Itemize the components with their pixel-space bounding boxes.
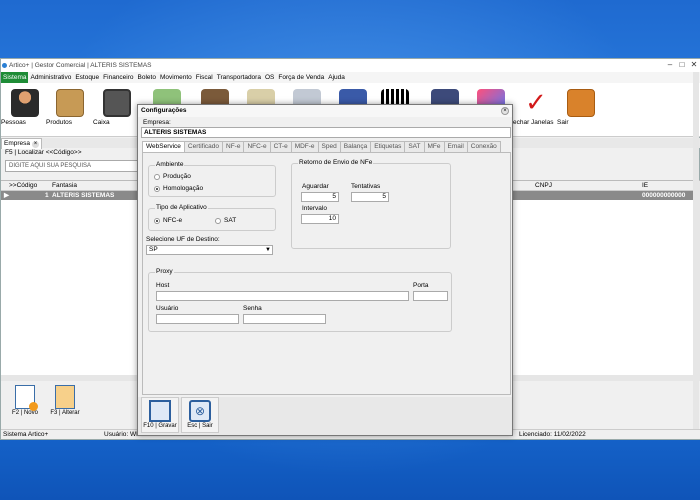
- empresa-label: Empresa:: [143, 119, 171, 126]
- tab-etiquetas[interactable]: Etiquetas: [370, 141, 406, 152]
- box-icon: [56, 89, 84, 117]
- toolbar-pessoas[interactable]: Pessoas: [1, 83, 49, 137]
- empresa-field[interactable]: ALTERIS SISTEMAS: [141, 127, 511, 138]
- exit-icon: ⊗: [189, 400, 211, 422]
- aguardar-field[interactable]: 5: [301, 192, 339, 202]
- proxy-group: Proxy Host Porta Usuário Senha: [148, 268, 452, 332]
- ambiente-group: Ambiente Produção Homologação: [148, 161, 276, 197]
- tab-empresa[interactable]: Empresa ×: [1, 138, 43, 149]
- new-button[interactable]: F2 | Novo: [5, 383, 45, 423]
- uf-label: Selecione UF de Destino:: [146, 236, 220, 243]
- tab-sped[interactable]: Sped: [317, 141, 341, 152]
- menu-estoque[interactable]: Estoque: [73, 72, 101, 83]
- chevron-down-icon: ▼: [265, 247, 271, 253]
- dialog-action-bar: F10 | Gravar ⊗ Esc | Sair: [138, 397, 512, 435]
- menu-ajuda[interactable]: Ajuda: [326, 72, 347, 83]
- edit-button[interactable]: F3 | Alterar: [45, 383, 85, 423]
- cell-ie: 000000000000: [642, 192, 686, 199]
- webservice-panel: Ambiente Produção Homologação Tipo de Ap…: [142, 152, 511, 395]
- cell-fantasia: ALTERIS SISTEMAS: [52, 192, 115, 199]
- tab-balanca[interactable]: Balança: [339, 141, 372, 152]
- status-license: Licenciado: 11/02/2022: [519, 431, 586, 438]
- menu-forca-de-venda[interactable]: Força de Venda: [276, 72, 326, 83]
- intervalo-label: Intervalo: [302, 205, 327, 212]
- window-titlebar: Artico+ | Gestor Comercial | ALTERIS SIS…: [1, 59, 700, 72]
- tab-sat[interactable]: SAT: [404, 141, 425, 152]
- search-input[interactable]: DIGITE AQUI SUA PESQUISA: [5, 160, 141, 172]
- tab-email[interactable]: Email: [443, 141, 468, 152]
- intervalo-field[interactable]: 10: [301, 214, 339, 224]
- menu-bar: Sistema Administrativo Estoque Financeir…: [1, 72, 700, 83]
- safe-icon: [103, 89, 131, 117]
- tab-nfce[interactable]: NFC-e: [243, 141, 271, 152]
- close-icon[interactable]: ✕: [689, 60, 699, 70]
- uf-select[interactable]: SP ▼: [146, 245, 273, 255]
- menu-movimento[interactable]: Movimento: [158, 72, 194, 83]
- senha-label: Senha: [243, 305, 262, 312]
- usuario-label: Usuário: [156, 305, 179, 312]
- column-codigo[interactable]: >>Código: [9, 181, 37, 191]
- porta-field[interactable]: [413, 291, 448, 301]
- menu-boleto[interactable]: Boleto: [136, 72, 158, 83]
- column-fantasia[interactable]: Fantasia: [52, 181, 77, 191]
- dialog-title: Configurações: [138, 105, 512, 117]
- dialog-close-icon[interactable]: ×: [501, 107, 509, 115]
- checkmark-icon: ✓: [522, 89, 550, 117]
- senha-field[interactable]: [243, 314, 326, 324]
- tab-webservice[interactable]: WebService: [142, 141, 185, 152]
- radio-producao[interactable]: Produção: [154, 173, 191, 180]
- menu-transportadora[interactable]: Transportadora: [215, 72, 263, 83]
- row-pointer-icon: ▶: [4, 192, 9, 199]
- save-button[interactable]: F10 | Gravar: [141, 397, 179, 433]
- window-title: Artico+ | Gestor Comercial | ALTERIS SIS…: [9, 62, 152, 69]
- tentativas-field[interactable]: 5: [351, 192, 389, 202]
- toolbar-sair[interactable]: Sair: [557, 83, 605, 137]
- aguardar-label: Aguardar: [302, 183, 329, 190]
- tab-certificado[interactable]: Certificado: [183, 141, 223, 152]
- app-logo-icon: [2, 63, 7, 68]
- tentativas-label: Tentativas: [351, 183, 381, 190]
- tipo-aplicativo-group: Tipo de Aplicativo NFC-e SAT: [148, 204, 276, 231]
- exit-button[interactable]: ⊗ Esc | Sair: [181, 397, 219, 433]
- tab-mdfe[interactable]: MDF-e: [290, 141, 319, 152]
- tab-mfe[interactable]: MFe: [423, 141, 445, 152]
- menu-fiscal[interactable]: Fiscal: [194, 72, 215, 83]
- toolbar-produtos[interactable]: Produtos: [46, 83, 94, 137]
- tab-nfe[interactable]: NF-e: [222, 141, 245, 152]
- usuario-field[interactable]: [156, 314, 239, 324]
- configuration-dialog: Configurações × Empresa: ALTERIS SISTEMA…: [137, 104, 513, 436]
- cell-codigo: 1: [45, 192, 49, 199]
- menu-financeiro[interactable]: Financeiro: [101, 72, 135, 83]
- column-cnpj[interactable]: CNPJ: [535, 181, 552, 191]
- exit-door-icon: [567, 89, 595, 117]
- radio-homologacao[interactable]: Homologação: [154, 185, 203, 192]
- host-label: Host: [156, 282, 170, 289]
- status-user: Usuário: WE: [104, 431, 141, 438]
- edit-document-icon: [55, 385, 75, 409]
- column-ie[interactable]: IE: [642, 181, 648, 191]
- radio-sat[interactable]: SAT: [215, 217, 236, 224]
- menu-os[interactable]: OS: [263, 72, 276, 83]
- locate-label: F5 | Localizar <<Código>>: [5, 149, 82, 156]
- toolbar-caixa[interactable]: Caixa: [93, 83, 141, 137]
- radio-nfce[interactable]: NFC-e: [154, 217, 182, 224]
- toolbar-fechar-janelas[interactable]: ✓ Fechar Janelas: [509, 83, 563, 137]
- menu-sistema[interactable]: Sistema: [1, 72, 29, 83]
- config-tabs: WebService Certificado NF-e NFC-e CT-e M…: [142, 141, 501, 152]
- porta-label: Porta: [413, 282, 429, 289]
- maximize-icon[interactable]: □: [677, 60, 687, 70]
- floppy-disk-icon: [149, 400, 171, 422]
- people-icon: [11, 89, 39, 117]
- host-field[interactable]: [156, 291, 409, 301]
- tab-close-icon[interactable]: ×: [32, 141, 40, 148]
- tab-cte[interactable]: CT-e: [269, 141, 292, 152]
- new-document-icon: [15, 385, 38, 411]
- menu-administrativo[interactable]: Administrativo: [28, 72, 73, 83]
- tab-conexao[interactable]: Conexão: [466, 141, 501, 152]
- status-system: Sistema Artico+: [3, 431, 49, 438]
- window-vertical-scrollbar[interactable]: [693, 72, 699, 429]
- retorno-group: Retorno de Envio de NFe Aguardar 5 Tenta…: [291, 159, 451, 249]
- minimize-icon[interactable]: –: [665, 60, 675, 70]
